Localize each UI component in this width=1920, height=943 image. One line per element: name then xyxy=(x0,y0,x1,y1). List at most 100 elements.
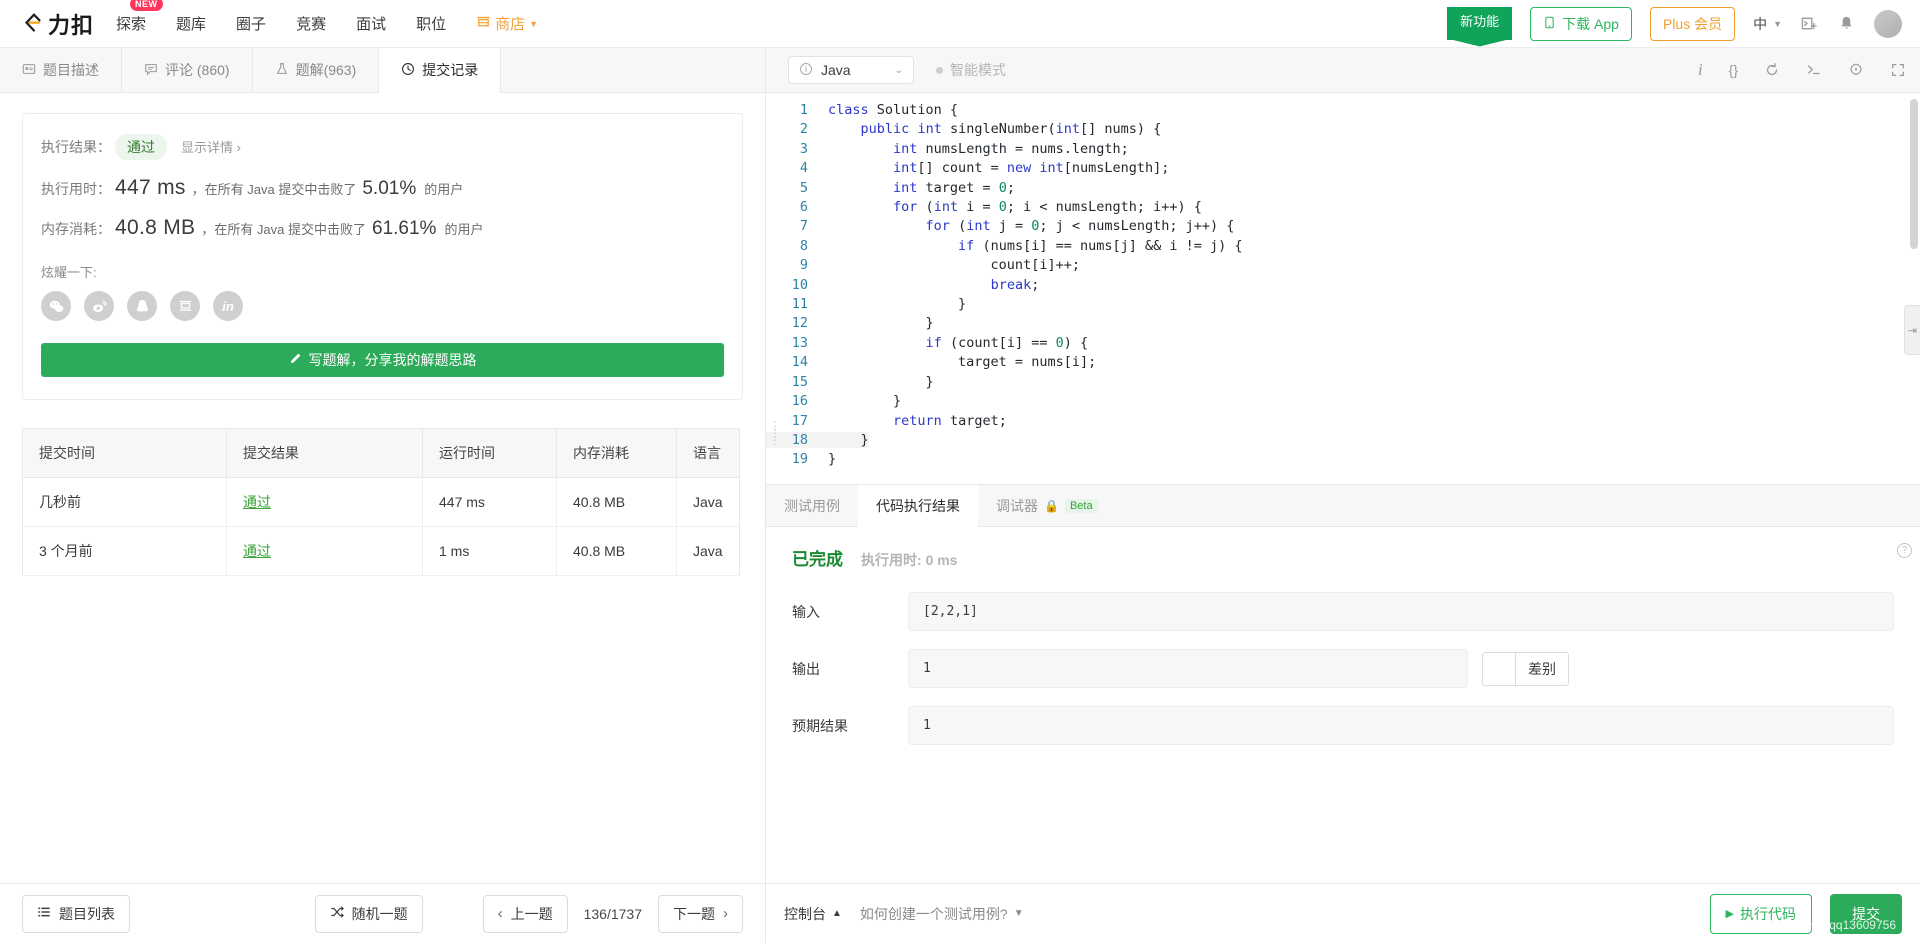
info-icon[interactable]: i xyxy=(1698,60,1703,80)
info-icon xyxy=(799,62,813,79)
cell-runtime: 1 ms xyxy=(422,526,557,576)
chevron-right-icon: › xyxy=(236,140,241,155)
chevron-up-icon: ▲ xyxy=(832,908,842,919)
tab-description[interactable]: 题目描述 xyxy=(0,48,122,92)
input-label: 输入 xyxy=(792,603,820,620)
weibo-icon[interactable] xyxy=(84,291,114,321)
prev-problem-button[interactable]: ‹ 上一题 xyxy=(482,894,568,933)
table-row[interactable]: 3 个月前 通过 1 ms 40.8 MB Java xyxy=(22,526,740,576)
status-badge: 通过 xyxy=(115,134,167,160)
cell-status: 通过 xyxy=(226,526,423,576)
nav-item-contest[interactable]: 竞赛 xyxy=(296,9,326,38)
language-select[interactable]: Java ⌄ xyxy=(788,56,914,84)
nav-item-store[interactable]: 商店 ▼ xyxy=(476,9,538,38)
problem-tabs: 题目描述 评论 (860) 题解(963) 提交记录 xyxy=(0,48,765,93)
status-link[interactable]: 通过 xyxy=(243,494,271,510)
code-editor[interactable]: ⋮ ⋮ ⋮ 1 class Solution { 2 public int singl… xyxy=(766,93,1920,485)
language-selector[interactable]: 中 ▼ xyxy=(1753,14,1782,34)
tab-submissions[interactable]: 提交记录 xyxy=(379,48,502,93)
logo-text: 力扣 xyxy=(48,12,95,38)
editor-scrollbar[interactable] xyxy=(1910,99,1918,249)
plus-member-button[interactable]: Plus 会员 xyxy=(1649,6,1736,41)
problem-list-button[interactable]: 题目列表 xyxy=(22,894,130,933)
nav-item-explore[interactable]: 探索 NEW xyxy=(116,0,163,38)
primary-nav: 探索 NEW 题库 圈子 竞赛 面试 职位 商店 ▼ xyxy=(116,0,538,38)
tab-label: 题解(963) xyxy=(295,62,357,78)
tab-solutions[interactable]: 题解(963) xyxy=(253,48,380,92)
tab-debugger[interactable]: 调试器 🔒 Beta xyxy=(978,485,1116,526)
execution-runtime-label: 执行用时: xyxy=(861,552,922,568)
diff-control: 差别 xyxy=(1482,651,1569,686)
site-logo[interactable]: 力扣 xyxy=(20,8,94,40)
fullscreen-icon[interactable] xyxy=(1890,62,1906,78)
problem-counter: 136/1737 xyxy=(583,905,642,922)
bell-icon[interactable] xyxy=(1837,14,1856,33)
flask-icon xyxy=(275,62,289,79)
new-feature-ribbon[interactable]: 新功能 xyxy=(1447,6,1513,40)
editor-toolbar: Java ⌄ 智能模式 i {} xyxy=(766,48,1920,93)
help-icon[interactable]: ? xyxy=(1897,543,1912,558)
download-app-button[interactable]: 下载 App xyxy=(1530,6,1632,41)
clock-icon xyxy=(401,62,415,79)
comment-icon xyxy=(144,62,158,79)
diff-checkbox[interactable] xyxy=(1482,651,1516,686)
console-toggle-button[interactable]: 控制台 ▲ xyxy=(784,904,842,924)
left-footer-bar: 题目列表 随机一题 ‹ 上一题 136/1737 下一题 › xyxy=(0,883,765,943)
console-icon[interactable] xyxy=(1806,62,1822,78)
execution-status-line: 已完成 执行用时: 0 ms xyxy=(792,545,1894,570)
lock-icon: 🔒 xyxy=(1044,498,1059,513)
random-problem-label: 随机一题 xyxy=(351,905,408,922)
tab-label: 题目描述 xyxy=(43,62,99,78)
output-row: 输出 1 差别 xyxy=(792,649,1894,688)
format-braces-icon[interactable]: {} xyxy=(1729,62,1738,78)
execution-runtime: 执行用时: 0 ms xyxy=(861,550,957,570)
random-problem-button[interactable]: 随机一题 xyxy=(314,894,423,933)
nav-item-jobs[interactable]: 职位 xyxy=(416,9,446,38)
mobile-icon xyxy=(1543,16,1556,32)
code-content[interactable]: 1 class Solution { 2 public int singleNum… xyxy=(766,93,1920,470)
input-value[interactable]: [2,2,1] xyxy=(908,592,1894,631)
nav-item-interview[interactable]: 面试 xyxy=(356,9,386,38)
smart-mode-toggle[interactable]: 智能模式 xyxy=(936,60,1006,80)
runtime-label: 执行用时： xyxy=(41,181,111,197)
show-detail-link[interactable]: 显示详情 › xyxy=(181,137,241,156)
run-code-button[interactable]: ▶ 执行代码 xyxy=(1709,893,1812,934)
cell-time: 3 个月前 xyxy=(22,526,227,576)
share-label: 炫耀一下: xyxy=(41,265,97,280)
qq-icon[interactable] xyxy=(127,291,157,321)
tab-result[interactable]: 代码执行结果 xyxy=(858,485,978,527)
terminal-add-icon[interactable] xyxy=(1800,14,1819,33)
problem-list-label: 题目列表 xyxy=(59,905,115,922)
side-panel-handle[interactable]: ⇥ xyxy=(1904,305,1920,355)
tab-comments[interactable]: 评论 (860) xyxy=(122,48,253,92)
reset-icon[interactable] xyxy=(1764,62,1780,78)
cell-language: Java xyxy=(676,477,740,527)
write-solution-button[interactable]: 写题解，分享我的解题思路 xyxy=(41,343,724,377)
top-navigation-bar: 力扣 探索 NEW 题库 圈子 竞赛 面试 职位 商店 ▼ 新功能 下载 App… xyxy=(0,0,1920,48)
testcase-hint-link[interactable]: 如何创建一个测试用例? ▼ xyxy=(860,904,1024,924)
memory-percentile: 61.61% xyxy=(372,218,437,239)
linkedin-icon[interactable]: in xyxy=(213,291,243,321)
submit-button[interactable]: 提交 https://blog.csdn.net/qq13609756 xyxy=(1719,893,1902,934)
right-footer-bar: 控制台 ▲ 如何创建一个测试用例? ▼ ▶ 执行代码 提交 https://bl… xyxy=(766,883,1920,943)
store-icon xyxy=(476,14,491,33)
output-value: 1 xyxy=(908,649,1468,688)
cell-time: 几秒前 xyxy=(22,477,227,527)
avatar[interactable] xyxy=(1874,9,1902,38)
download-app-label: 下载 App xyxy=(1562,15,1619,32)
settings-gear-icon[interactable] xyxy=(1848,62,1864,78)
pane-drag-handle[interactable]: ⋮ ⋮ ⋮ xyxy=(769,420,781,446)
submissions-table: 提交时间 提交结果 运行时间 内存消耗 语言 几秒前 通过 447 ms 40.… xyxy=(22,428,740,576)
cell-runtime: 447 ms xyxy=(422,477,557,527)
diff-label[interactable]: 差别 xyxy=(1516,651,1569,686)
nav-item-circle[interactable]: 圈子 xyxy=(236,9,266,38)
beta-badge: Beta xyxy=(1064,498,1098,513)
douban-icon[interactable] xyxy=(170,291,200,321)
tab-testcase[interactable]: 测试用例 xyxy=(766,485,858,526)
table-row[interactable]: 几秒前 通过 447 ms 40.8 MB Java xyxy=(22,477,740,527)
cell-status: 通过 xyxy=(226,477,423,527)
status-link[interactable]: 通过 xyxy=(243,543,271,559)
next-problem-button[interactable]: 下一题 › xyxy=(658,894,743,933)
nav-item-problems[interactable]: 题库 xyxy=(176,9,206,38)
wechat-icon[interactable] xyxy=(41,291,71,321)
